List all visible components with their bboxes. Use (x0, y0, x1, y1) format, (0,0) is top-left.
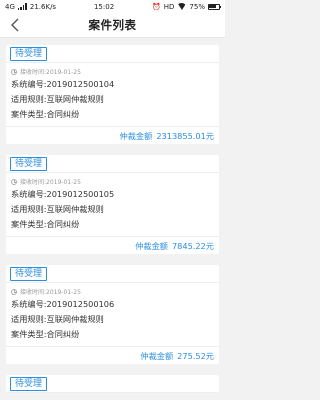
network-speed: 21.6K/s (29, 2, 57, 11)
battery-icon (207, 3, 222, 10)
network-type: 4G (5, 2, 15, 11)
back-button[interactable] (8, 18, 22, 32)
received-time: 接收时间:2019-01-25 (20, 69, 81, 76)
battery-percent: 75% (189, 2, 205, 11)
received-row: 接收时间:2019-01-25 (11, 66, 214, 77)
case-type: 案件类型:合同纠纷 (11, 219, 80, 229)
received-row: 接收时间:2019-01-25 (11, 286, 214, 297)
status-badge: 待受理 (10, 157, 48, 171)
amount-label: 仲裁金额 (135, 240, 168, 251)
case-card[interactable]: 待受理 (6, 375, 219, 393)
received-time: 接收时间:2019-01-25 (20, 289, 81, 296)
amount-value: 275.52元 (177, 350, 214, 361)
status-badge: 待受理 (10, 267, 48, 281)
received-row: 接收时间:2019-01-25 (11, 176, 214, 187)
status-badge: 待受理 (10, 377, 48, 391)
applicable-rule: 适用规则:互联网仲裁规则 (11, 314, 104, 324)
applicable-rule: 适用规则:互联网仲裁规则 (11, 204, 104, 214)
amount-value: 2313855.01元 (156, 130, 214, 141)
amount-row: 仲裁金额 275.52元 (6, 346, 219, 364)
clock-icon (11, 178, 17, 185)
case-card-header: 待受理 (6, 265, 219, 283)
signal-icon (17, 3, 27, 10)
amount-label: 仲裁金额 (119, 130, 153, 141)
case-list: 待受理 接收时间:2019-01-25 系统编号:2019012500104 适… (0, 38, 225, 393)
nav-bar: 案件列表 (0, 13, 225, 38)
amount-value: 7845.22元 (171, 240, 214, 251)
system-number: 系统编号:2019012500105 (11, 189, 115, 199)
received-time: 接收时间:2019-01-25 (20, 179, 81, 186)
case-card[interactable]: 待受理 接收时间:2019-01-25 系统编号:2019012500106 适… (6, 265, 219, 364)
status-left: 4G 21.6K/s (5, 3, 56, 11)
case-card-body: 接收时间:2019-01-25 系统编号:2019012500106 适用规则:… (6, 283, 219, 346)
case-card[interactable]: 待受理 接收时间:2019-01-25 系统编号:2019012500105 适… (6, 155, 219, 254)
clock-icon (11, 68, 17, 75)
case-card-header: 待受理 (6, 155, 219, 173)
page-title: 案件列表 (88, 18, 137, 32)
system-number: 系统编号:2019012500106 (11, 299, 115, 309)
applicable-rule: 适用规则:互联网仲裁规则 (11, 94, 104, 104)
case-type: 案件类型:合同纠纷 (11, 109, 80, 119)
case-card-body: 接收时间:2019-01-25 系统编号:2019012500104 适用规则:… (6, 63, 219, 126)
chevron-left-icon (11, 18, 19, 32)
case-card[interactable]: 待受理 接收时间:2019-01-25 系统编号:2019012500104 适… (6, 45, 219, 144)
status-badge: 待受理 (10, 47, 48, 61)
case-card-body: 接收时间:2019-01-25 系统编号:2019012500105 适用规则:… (6, 173, 219, 236)
amount-label: 仲裁金额 (140, 350, 174, 361)
case-card-header: 待受理 (6, 375, 219, 393)
wifi-icon (177, 3, 187, 10)
system-number: 系统编号:2019012500104 (11, 79, 115, 89)
clock-icon (11, 288, 17, 295)
clock-time: 15:02 (93, 2, 115, 11)
amount-row: 仲裁金额 7845.22元 (6, 236, 219, 254)
case-card-header: 待受理 (6, 45, 219, 63)
case-type: 案件类型:合同纠纷 (11, 329, 80, 339)
amount-row: 仲裁金额 2313855.01元 (6, 126, 219, 144)
alarm-icon: ⏰ (152, 2, 161, 11)
hd-label: HD (163, 2, 175, 11)
status-right: ⏰ HD 75% (152, 2, 222, 11)
status-bar: 4G 21.6K/s 15:02 ⏰ HD 75% (0, 0, 225, 13)
